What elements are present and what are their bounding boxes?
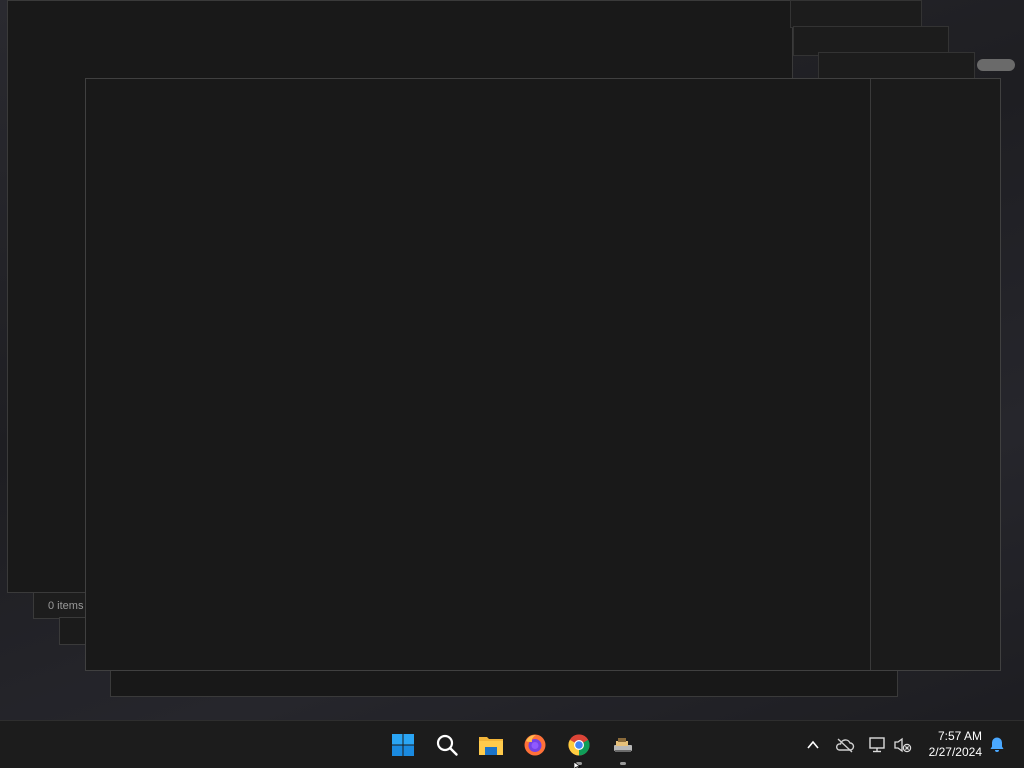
- desktop: 0 items: [0, 0, 1024, 720]
- firefox-button[interactable]: [519, 729, 551, 761]
- start-button[interactable]: [387, 729, 419, 761]
- app-icon: [614, 738, 632, 752]
- cloud-offline-icon: [835, 738, 855, 753]
- status-item-count: 0 items: [48, 600, 84, 612]
- clock-time: 7:57 AM: [937, 729, 982, 743]
- window-edge-3[interactable]: [818, 52, 975, 80]
- chrome-icon: [568, 734, 590, 756]
- window-edge-1[interactable]: [790, 0, 922, 28]
- notification-bell-icon: [990, 737, 1004, 752]
- folder-icon: [479, 737, 503, 755]
- search-icon: [436, 734, 458, 756]
- network-icon: [869, 737, 885, 753]
- firefox-icon: [524, 734, 546, 756]
- details-pane: [871, 79, 1000, 670]
- mouse-cursor-icon: [574, 762, 581, 768]
- chevron-up-icon: [807, 740, 819, 749]
- network-button[interactable]: [865, 733, 889, 757]
- windows-start-icon: [392, 734, 414, 756]
- volume-button[interactable]: [891, 733, 915, 757]
- main-window[interactable]: [85, 78, 1001, 671]
- taskbar: 7:57 AM 2/27/2024: [0, 720, 1024, 768]
- running-indicator: [620, 762, 626, 765]
- onedrive-button[interactable]: [833, 733, 857, 757]
- search-button[interactable]: [431, 729, 463, 761]
- file-explorer-button[interactable]: [475, 729, 507, 761]
- chrome-button[interactable]: [563, 729, 595, 765]
- show-hidden-icons-button[interactable]: [801, 733, 825, 757]
- clock-date: 2/27/2024: [928, 745, 982, 759]
- volume-muted-icon: [894, 737, 912, 753]
- notification-button[interactable]: [985, 733, 1009, 757]
- clock[interactable]: 7:57 AM 2/27/2024: [929, 728, 982, 760]
- scrollbar-thumb[interactable]: [977, 59, 1015, 71]
- app-button[interactable]: [607, 729, 639, 765]
